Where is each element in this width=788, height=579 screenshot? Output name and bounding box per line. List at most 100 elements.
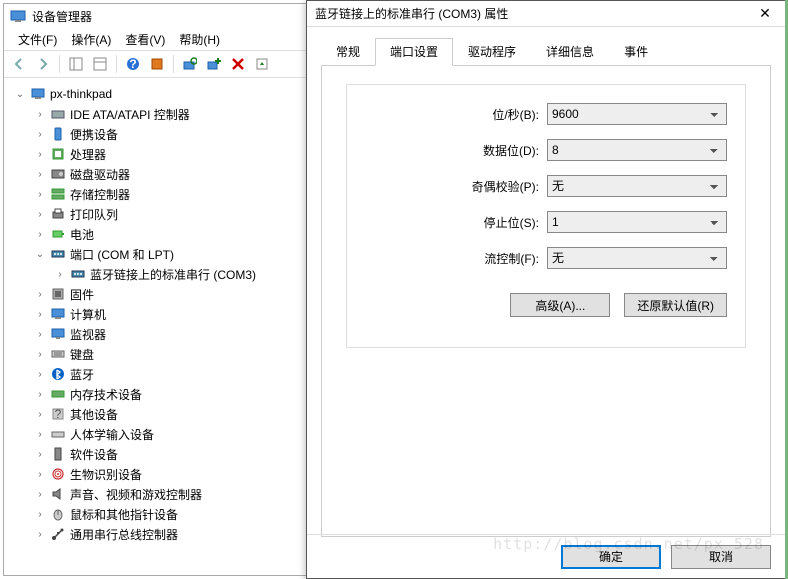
expand-icon[interactable]: › <box>34 289 46 300</box>
keyboard-icon <box>50 346 66 362</box>
expand-icon[interactable]: › <box>34 189 46 200</box>
tab-details[interactable]: 详细信息 <box>531 38 609 66</box>
stopbits-label: 停止位(S): <box>484 214 539 231</box>
expand-icon[interactable]: › <box>34 149 46 160</box>
port-settings-group: 位/秒(B): 9600 数据位(D): 8 奇偶校验(P): 无 停止位(S)… <box>346 84 746 348</box>
monitor-icon <box>50 326 66 342</box>
expand-icon[interactable]: › <box>34 209 46 220</box>
tree-node-label: 人体学输入设备 <box>70 426 154 443</box>
tree-node-label: 键盘 <box>70 346 94 363</box>
svg-text:?: ? <box>55 407 62 421</box>
mouse-icon <box>50 506 66 522</box>
computer-icon <box>50 306 66 322</box>
stopbits-select[interactable]: 1 <box>547 211 727 233</box>
tree-node-label: 通用串行总线控制器 <box>70 526 178 543</box>
menu-file[interactable]: 文件(F) <box>12 29 63 50</box>
ide-icon <box>50 106 66 122</box>
back-button[interactable] <box>8 53 30 75</box>
prop-titlebar: 蓝牙链接上的标准串行 (COM3) 属性 ✕ <box>307 1 785 27</box>
usb-icon <box>50 526 66 542</box>
expand-icon[interactable]: › <box>34 229 46 240</box>
soft-icon <box>50 446 66 462</box>
expand-icon[interactable]: › <box>54 269 66 280</box>
expand-icon[interactable]: › <box>34 129 46 140</box>
expand-icon[interactable]: › <box>34 489 46 500</box>
expand-icon[interactable]: › <box>34 169 46 180</box>
parity-label: 奇偶校验(P): <box>472 178 539 195</box>
databits-label: 数据位(D): <box>483 142 539 159</box>
databits-select[interactable]: 8 <box>547 139 727 161</box>
expand-icon[interactable]: › <box>34 309 46 320</box>
tree-node-label: 生物识别设备 <box>70 466 142 483</box>
menu-view[interactable]: 查看(V) <box>119 29 171 50</box>
tree-node-label: 计算机 <box>70 306 106 323</box>
expand-icon[interactable]: › <box>34 529 46 540</box>
tab-driver[interactable]: 驱动程序 <box>453 38 531 66</box>
flow-select[interactable]: 无 <box>547 247 727 269</box>
portable-icon <box>50 126 66 142</box>
cpu-icon <box>50 146 66 162</box>
toolbar-sep <box>116 55 117 73</box>
properties-button[interactable] <box>89 53 111 75</box>
properties-dialog: 蓝牙链接上的标准串行 (COM3) 属性 ✕ 常规 端口设置 驱动程序 详细信息… <box>306 0 786 579</box>
add-hardware-button[interactable] <box>203 53 225 75</box>
tree-node-label: 处理器 <box>70 146 106 163</box>
menu-action[interactable]: 操作(A) <box>65 29 117 50</box>
collapse-icon[interactable]: ⌄ <box>14 89 26 100</box>
tree-node-label: 端口 (COM 和 LPT) <box>70 246 174 263</box>
expand-icon[interactable]: › <box>34 389 46 400</box>
expand-icon[interactable]: › <box>34 409 46 420</box>
parity-select[interactable]: 无 <box>547 175 727 197</box>
baud-select[interactable]: 9600 <box>547 103 727 125</box>
flow-label: 流控制(F): <box>484 250 539 267</box>
show-hide-tree-button[interactable] <box>65 53 87 75</box>
advanced-button[interactable]: 高级(A)... <box>510 293 610 317</box>
tree-node-label: 磁盘驱动器 <box>70 166 130 183</box>
tree-node-label: IDE ATA/ATAPI 控制器 <box>70 106 190 123</box>
tree-node-label: 声音、视频和游戏控制器 <box>70 486 202 503</box>
update-driver-button[interactable] <box>251 53 273 75</box>
audio-icon <box>50 486 66 502</box>
expand-icon[interactable]: › <box>34 449 46 460</box>
menu-help[interactable]: 帮助(H) <box>173 29 226 50</box>
port-icon <box>50 246 66 262</box>
prop-footer: 确定 取消 <box>307 534 785 578</box>
svg-text:?: ? <box>129 57 136 71</box>
tree-node-label: 蓝牙 <box>70 366 94 383</box>
forward-button[interactable] <box>32 53 54 75</box>
expand-icon[interactable]: › <box>34 329 46 340</box>
restore-defaults-button[interactable]: 还原默认值(R) <box>624 293 727 317</box>
storage-icon <box>50 186 66 202</box>
bluetooth-icon <box>50 366 66 382</box>
tab-strip: 常规 端口设置 驱动程序 详细信息 事件 <box>321 37 771 66</box>
tree-root-label: px-thinkpad <box>50 87 112 101</box>
port-icon <box>70 266 86 282</box>
expand-icon[interactable]: › <box>34 469 46 480</box>
tree-node-label: 存储控制器 <box>70 186 130 203</box>
cancel-button[interactable]: 取消 <box>671 545 771 569</box>
scan-hardware-button[interactable] <box>179 53 201 75</box>
expand-icon[interactable]: › <box>34 109 46 120</box>
tree-node-label: 监视器 <box>70 326 106 343</box>
expand-icon[interactable]: › <box>34 429 46 440</box>
close-button[interactable]: ✕ <box>745 1 785 26</box>
battery-icon <box>50 226 66 242</box>
ok-button[interactable]: 确定 <box>561 545 661 569</box>
expand-icon[interactable]: › <box>34 369 46 380</box>
help-button[interactable]: ? <box>122 53 144 75</box>
expand-icon[interactable]: › <box>34 349 46 360</box>
firmware-icon <box>50 286 66 302</box>
other-icon: ? <box>50 406 66 422</box>
uninstall-button[interactable] <box>227 53 249 75</box>
expand-icon[interactable]: › <box>34 509 46 520</box>
action-button[interactable] <box>146 53 168 75</box>
hid-icon <box>50 426 66 442</box>
prop-title: 蓝牙链接上的标准串行 (COM3) 属性 <box>315 5 745 22</box>
tab-events[interactable]: 事件 <box>609 38 663 66</box>
baud-label: 位/秒(B): <box>492 106 539 123</box>
tab-port-settings[interactable]: 端口设置 <box>375 38 453 66</box>
tab-general[interactable]: 常规 <box>321 38 375 66</box>
tree-node-label: 软件设备 <box>70 446 118 463</box>
tree-node-label: 便携设备 <box>70 126 118 143</box>
expand-icon[interactable]: ⌄ <box>34 249 46 260</box>
